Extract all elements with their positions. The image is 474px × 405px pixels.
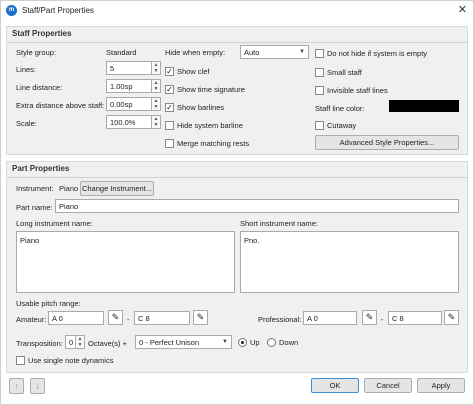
- lines-label: Lines:: [16, 65, 37, 74]
- professional-high-input[interactable]: C 8: [388, 311, 442, 325]
- professional-label: Professional:: [258, 315, 302, 324]
- pencil-icon[interactable]: ✎: [444, 310, 459, 325]
- octaves-label: Octave(s) +: [88, 339, 127, 348]
- show-clef-checkbox[interactable]: ✓: [165, 67, 174, 76]
- do-not-hide-checkbox[interactable]: [315, 49, 324, 58]
- divider: [7, 42, 467, 43]
- previous-staff-button[interactable]: ↑: [9, 378, 24, 394]
- cutaway-label: Cutaway: [327, 121, 357, 130]
- short-name-label: Short instrument name:: [240, 219, 318, 228]
- single-note-dynamics-checkbox[interactable]: [16, 356, 25, 365]
- merge-matching-rests-checkbox[interactable]: [165, 139, 174, 148]
- hide-system-barline-checkbox[interactable]: [165, 121, 174, 130]
- show-barlines-checkbox[interactable]: ✓: [165, 103, 174, 112]
- staff-properties-panel: Staff Properties Style group: Standard L…: [6, 26, 468, 155]
- short-name-textarea[interactable]: Pno.: [240, 231, 459, 293]
- extra-distance-spinner[interactable]: ▲ ▼: [152, 97, 161, 111]
- amateur-high-input[interactable]: C 8: [134, 311, 190, 325]
- small-staff-checkbox[interactable]: [315, 68, 324, 77]
- hide-when-empty-label: Hide when empty:: [165, 48, 226, 57]
- part-properties-heading: Part Properties: [12, 164, 70, 173]
- lines-input[interactable]: 5: [106, 61, 152, 75]
- style-group-value: Standard: [106, 48, 137, 57]
- scale-input[interactable]: 100.0%: [106, 115, 152, 129]
- title-bar: m Staff/Part Properties ✕: [1, 1, 473, 19]
- pencil-icon[interactable]: ✎: [362, 310, 377, 325]
- lines-spinner[interactable]: ▲ ▼: [152, 61, 161, 75]
- down-label: Down: [279, 338, 299, 347]
- show-barlines-label: Show barlines: [177, 103, 225, 112]
- ok-button[interactable]: OK: [311, 378, 359, 393]
- style-group-label: Style group:: [16, 48, 57, 57]
- range-dash: -: [381, 315, 384, 324]
- small-staff-label: Small staff: [327, 68, 362, 77]
- app-icon: m: [6, 4, 17, 16]
- amateur-low-input[interactable]: A 0: [48, 311, 104, 325]
- up-radio[interactable]: [238, 338, 247, 347]
- line-distance-label: Line distance:: [16, 83, 63, 92]
- interval-select[interactable]: 0 - Perfect Unison ▼: [135, 335, 232, 349]
- hide-system-barline-label: Hide system barline: [177, 121, 243, 130]
- staff-properties-heading: Staff Properties: [12, 29, 72, 38]
- extra-distance-label: Extra distance above staff:: [16, 101, 105, 110]
- invisible-staff-lines-label: Invisible staff lines: [327, 86, 388, 95]
- part-name-input[interactable]: Piano: [55, 199, 459, 213]
- long-name-textarea[interactable]: Piano: [16, 231, 235, 293]
- chevron-down-icon: ▼: [222, 339, 228, 345]
- show-time-signature-label: Show time signature: [177, 85, 245, 94]
- transposition-label: Transposition:: [16, 339, 63, 348]
- scale-spinner[interactable]: ▲ ▼: [152, 115, 161, 129]
- change-instrument-button[interactable]: Change Instrument...: [80, 181, 154, 196]
- next-staff-button[interactable]: ↓: [30, 378, 45, 394]
- long-name-label: Long instrument name:: [16, 219, 93, 228]
- interval-value: 0 - Perfect Unison: [139, 338, 200, 347]
- professional-low-input[interactable]: A 0: [303, 311, 357, 325]
- divider: [7, 177, 467, 178]
- part-properties-panel: Part Properties Instrument: Piano Change…: [6, 161, 468, 373]
- extra-distance-input[interactable]: 0.00sp: [106, 97, 152, 111]
- advanced-style-properties-button[interactable]: Advanced Style Properties...: [315, 135, 459, 150]
- chevron-down-icon[interactable]: ▼: [152, 122, 160, 128]
- usable-range-label: Usable pitch range:: [16, 299, 81, 308]
- amateur-label: Amateur:: [16, 315, 47, 324]
- invisible-staff-lines-checkbox[interactable]: [315, 86, 324, 95]
- instrument-label: Instrument:: [16, 184, 54, 193]
- part-name-label: Part name:: [16, 203, 53, 212]
- staff-part-properties-dialog: m Staff/Part Properties ✕ Staff Properti…: [0, 0, 474, 405]
- cancel-button[interactable]: Cancel: [364, 378, 412, 393]
- do-not-hide-label: Do not hide if system is empty: [327, 49, 428, 58]
- chevron-down-icon[interactable]: ▼: [76, 342, 84, 348]
- instrument-value: Piano: [59, 184, 79, 193]
- pencil-icon[interactable]: ✎: [193, 310, 208, 325]
- down-radio[interactable]: [267, 338, 276, 347]
- apply-button[interactable]: Apply: [417, 378, 465, 393]
- close-icon[interactable]: ✕: [458, 3, 467, 16]
- up-label: Up: [250, 338, 260, 347]
- transposition-input[interactable]: 0: [65, 335, 76, 349]
- chevron-down-icon[interactable]: ▼: [152, 104, 160, 110]
- hide-when-empty-value: Auto: [244, 48, 260, 57]
- window-title: Staff/Part Properties: [22, 5, 94, 15]
- range-dash: -: [127, 315, 130, 324]
- merge-matching-rests-label: Merge matching rests: [177, 139, 250, 148]
- line-distance-input[interactable]: 1.00sp: [106, 79, 152, 93]
- chevron-down-icon: ▼: [299, 49, 305, 55]
- scale-label: Scale:: [16, 119, 37, 128]
- line-distance-spinner[interactable]: ▲ ▼: [152, 79, 161, 93]
- staff-line-color-swatch[interactable]: [389, 100, 459, 112]
- transposition-spinner[interactable]: ▲ ▼: [76, 335, 85, 349]
- show-clef-label: Show clef: [177, 67, 210, 76]
- staff-line-color-label: Staff line color:: [315, 104, 365, 113]
- show-time-signature-checkbox[interactable]: ✓: [165, 85, 174, 94]
- hide-when-empty-select[interactable]: Auto ▼: [240, 45, 309, 59]
- chevron-down-icon[interactable]: ▼: [152, 68, 160, 74]
- cutaway-checkbox[interactable]: [315, 121, 324, 130]
- single-note-dynamics-label: Use single note dynamics: [28, 356, 114, 365]
- chevron-down-icon[interactable]: ▼: [152, 86, 160, 92]
- pencil-icon[interactable]: ✎: [108, 310, 123, 325]
